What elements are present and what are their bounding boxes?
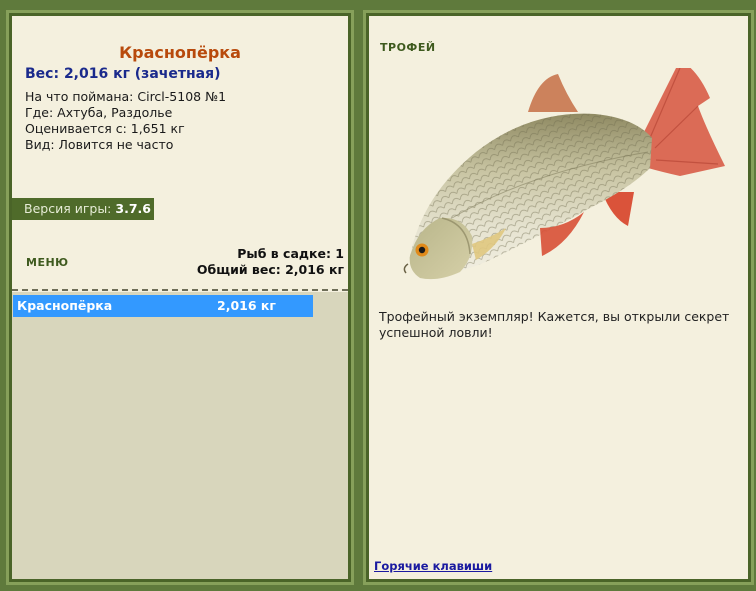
hotkeys-link[interactable]: Горячие клавиши xyxy=(374,559,492,573)
fish-name-title: Краснопёрка xyxy=(119,43,241,62)
catch-list: Краснопёрка 2,016 кг xyxy=(12,292,348,579)
catch-list-item[interactable]: Краснопёрка 2,016 кг xyxy=(13,295,313,317)
trophy-panel: ТРОФЕЙ Трофейный экземпляр! Кажется, вы … xyxy=(363,10,754,585)
version-bar: Версия игры: 3.7.6 xyxy=(12,198,154,220)
net-stats: Рыб в садке: 1 Общий вес: 2,016 кг xyxy=(197,246,344,278)
version-label: Версия игры: xyxy=(24,201,112,216)
total-weight: Общий вес: 2,016 кг xyxy=(196,262,344,277)
menu-button[interactable]: МЕНЮ xyxy=(26,256,69,269)
divider xyxy=(12,289,348,291)
location-info: Где: Ахтуба, Раздолье xyxy=(25,105,173,120)
species-info: Вид: Ловится не часто xyxy=(25,137,174,152)
trophy-message: Трофейный экземпляр! Кажется, вы открыли… xyxy=(379,309,730,340)
rated-from-info: Оценивается с: 1,651 кг xyxy=(25,121,185,136)
catch-item-name: Краснопёрка xyxy=(17,298,113,313)
fish-weight: Вес: 2,016 кг (зачетная) xyxy=(25,66,221,82)
rudd-fish-image xyxy=(403,68,725,280)
catch-info-panel: Краснопёрка Вес: 2,016 кг (зачетная) На … xyxy=(6,10,354,585)
fish-count: Рыб в садке: 1 xyxy=(237,246,344,261)
bait-info: На что поймана: Circl-5108 №1 xyxy=(25,89,227,104)
version-value: 3.7.6 xyxy=(115,201,151,216)
trophy-label: ТРОФЕЙ xyxy=(380,41,436,54)
catch-item-weight: 2,016 кг xyxy=(217,298,276,313)
